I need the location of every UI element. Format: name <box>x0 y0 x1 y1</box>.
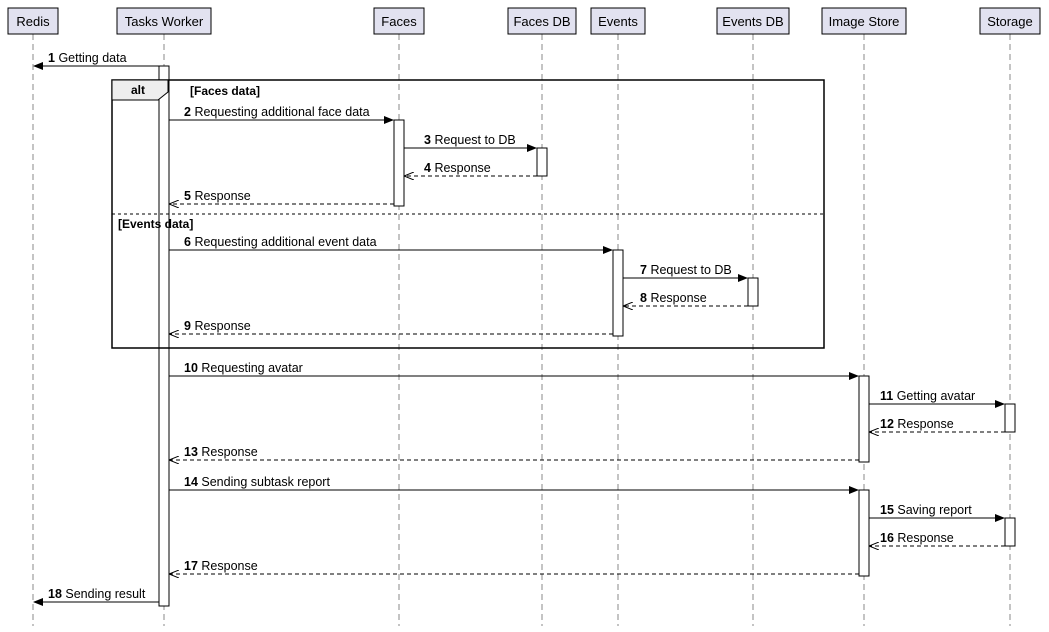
participant-faces: Faces <box>374 8 424 34</box>
svg-text:10 Requesting avatar: 10 Requesting avatar <box>184 361 303 375</box>
participant-events: Events <box>591 8 645 34</box>
svg-text:5 Response: 5 Response <box>184 189 251 203</box>
svg-text:Storage: Storage <box>987 14 1033 29</box>
activation-storage-1 <box>1005 404 1015 432</box>
svg-text:15 Saving report: 15 Saving report <box>880 503 972 517</box>
sequence-diagram: Redis Tasks Worker Faces Faces DB Events… <box>0 0 1049 632</box>
activation-worker <box>159 66 169 606</box>
svg-text:4 Response: 4 Response <box>424 161 491 175</box>
svg-text:Redis: Redis <box>16 14 50 29</box>
svg-text:11 Getting avatar: 11 Getting avatar <box>880 389 975 403</box>
activation-imgstore-2 <box>859 490 869 576</box>
activation-storage-2 <box>1005 518 1015 546</box>
participant-imgstore: Image Store <box>822 8 906 34</box>
svg-text:13 Response: 13 Response <box>184 445 258 459</box>
svg-text:9 Response: 9 Response <box>184 319 251 333</box>
svg-text:Events: Events <box>598 14 638 29</box>
activation-events <box>613 250 623 336</box>
activation-faces <box>394 120 404 206</box>
svg-text:17 Response: 17 Response <box>184 559 258 573</box>
svg-text:18 Sending result: 18 Sending result <box>48 587 146 601</box>
svg-text:16 Response: 16 Response <box>880 531 954 545</box>
svg-text:1 Getting data: 1 Getting data <box>48 51 127 65</box>
svg-text:6 Requesting additional event: 6 Requesting additional event data <box>184 235 377 249</box>
svg-text:Tasks Worker: Tasks Worker <box>125 14 204 29</box>
svg-text:Faces DB: Faces DB <box>513 14 570 29</box>
activation-imgstore-1 <box>859 376 869 462</box>
participant-worker: Tasks Worker <box>117 8 211 34</box>
activation-eventsdb <box>748 278 758 306</box>
svg-text:7 Request to DB: 7 Request to DB <box>640 263 732 277</box>
activation-facesdb <box>537 148 547 176</box>
svg-text:3 Request to DB: 3 Request to DB <box>424 133 516 147</box>
participant-facesdb: Faces DB <box>508 8 576 34</box>
participant-storage: Storage <box>980 8 1040 34</box>
alt-cond-faces: [Faces data] <box>190 84 260 98</box>
svg-text:12 Response: 12 Response <box>880 417 954 431</box>
svg-text:Faces: Faces <box>381 14 417 29</box>
svg-text:Events DB: Events DB <box>722 14 783 29</box>
svg-text:Image Store: Image Store <box>829 14 900 29</box>
alt-label: alt <box>131 83 145 97</box>
alt-cond-events: [Events data] <box>118 217 193 231</box>
svg-text:2 Requesting additional face d: 2 Requesting additional face data <box>184 105 370 119</box>
svg-text:14 Sending subtask report: 14 Sending subtask report <box>184 475 330 489</box>
participant-eventsdb: Events DB <box>717 8 789 34</box>
svg-text:8 Response: 8 Response <box>640 291 707 305</box>
participant-redis: Redis <box>8 8 58 34</box>
